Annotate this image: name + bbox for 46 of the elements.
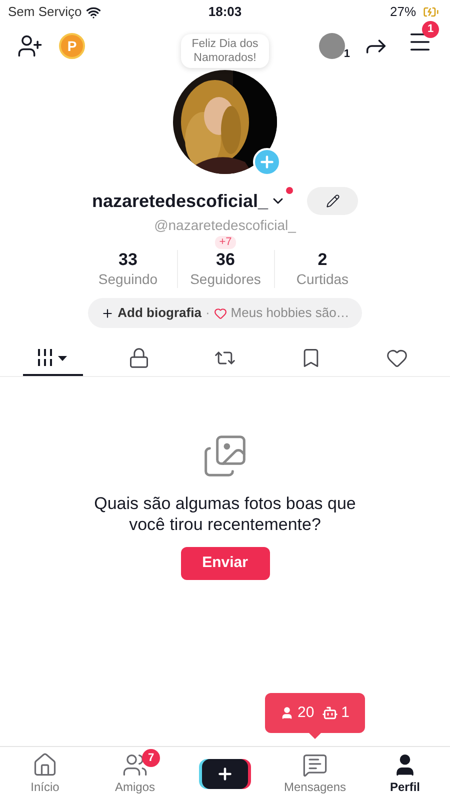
bot-count: 1 xyxy=(341,702,350,723)
follower-gain-badge: +7 xyxy=(215,236,236,249)
friends-icon xyxy=(122,752,148,778)
nav-tab[interactable]: 7 Amigos xyxy=(90,747,180,800)
plus-icon xyxy=(100,306,114,320)
stat-label: Seguidores xyxy=(190,270,261,288)
stats-popup[interactable]: 20 1 xyxy=(265,693,365,733)
status-time: 18:03 xyxy=(207,3,243,22)
grid-icon xyxy=(36,348,70,368)
plus-icon xyxy=(216,764,234,782)
home-icon xyxy=(32,752,58,778)
robot-icon xyxy=(322,705,338,721)
person-icon xyxy=(280,706,294,720)
nav-tab[interactable]: Perfil xyxy=(360,747,450,800)
empty-state-message: Quais são algumas fotos boas que você tirou recentemente? xyxy=(93,493,357,535)
photos-icon xyxy=(202,433,248,479)
message-icon xyxy=(302,752,328,778)
heart-icon xyxy=(214,306,227,320)
stat-label: Curtidas xyxy=(296,270,349,288)
edit-button[interactable] xyxy=(307,187,358,215)
friends-badge: 7 xyxy=(142,749,160,767)
username: nazaretedescoficial_ xyxy=(92,190,268,212)
carrier-label: Sem Serviço xyxy=(8,3,82,22)
stat-label: Seguindo xyxy=(98,270,158,288)
heart-icon xyxy=(386,347,408,369)
nav-tab[interactable]: Mensagens xyxy=(270,747,360,800)
send-button[interactable]: Enviar xyxy=(180,547,270,580)
stat-value: 33 xyxy=(118,250,138,270)
create-button[interactable] xyxy=(202,758,248,788)
plus-icon xyxy=(258,153,276,171)
popup-pointer xyxy=(309,733,321,739)
pencil-icon xyxy=(326,194,340,208)
nav-tab[interactable]: Início xyxy=(0,747,90,800)
stat-value: 2 xyxy=(318,250,328,270)
notification-badge: 1 xyxy=(422,21,439,38)
battery-percent: 27% xyxy=(390,3,416,22)
stat-value: 36 xyxy=(216,250,235,270)
lock-icon xyxy=(128,347,150,369)
greeting-bubble: Feliz Dia dos Namorados! xyxy=(181,34,269,68)
wifi-icon xyxy=(86,4,101,20)
add-friend-button[interactable] xyxy=(17,33,43,59)
follower-count: 20 xyxy=(297,702,314,723)
user-handle: @nazaretedescoficial_ xyxy=(154,216,296,235)
friend-count: 1 xyxy=(344,46,350,62)
friend-avatar[interactable] xyxy=(319,33,345,59)
add-bio-button[interactable]: Add biografia · Meus hobbies são… xyxy=(88,298,362,328)
